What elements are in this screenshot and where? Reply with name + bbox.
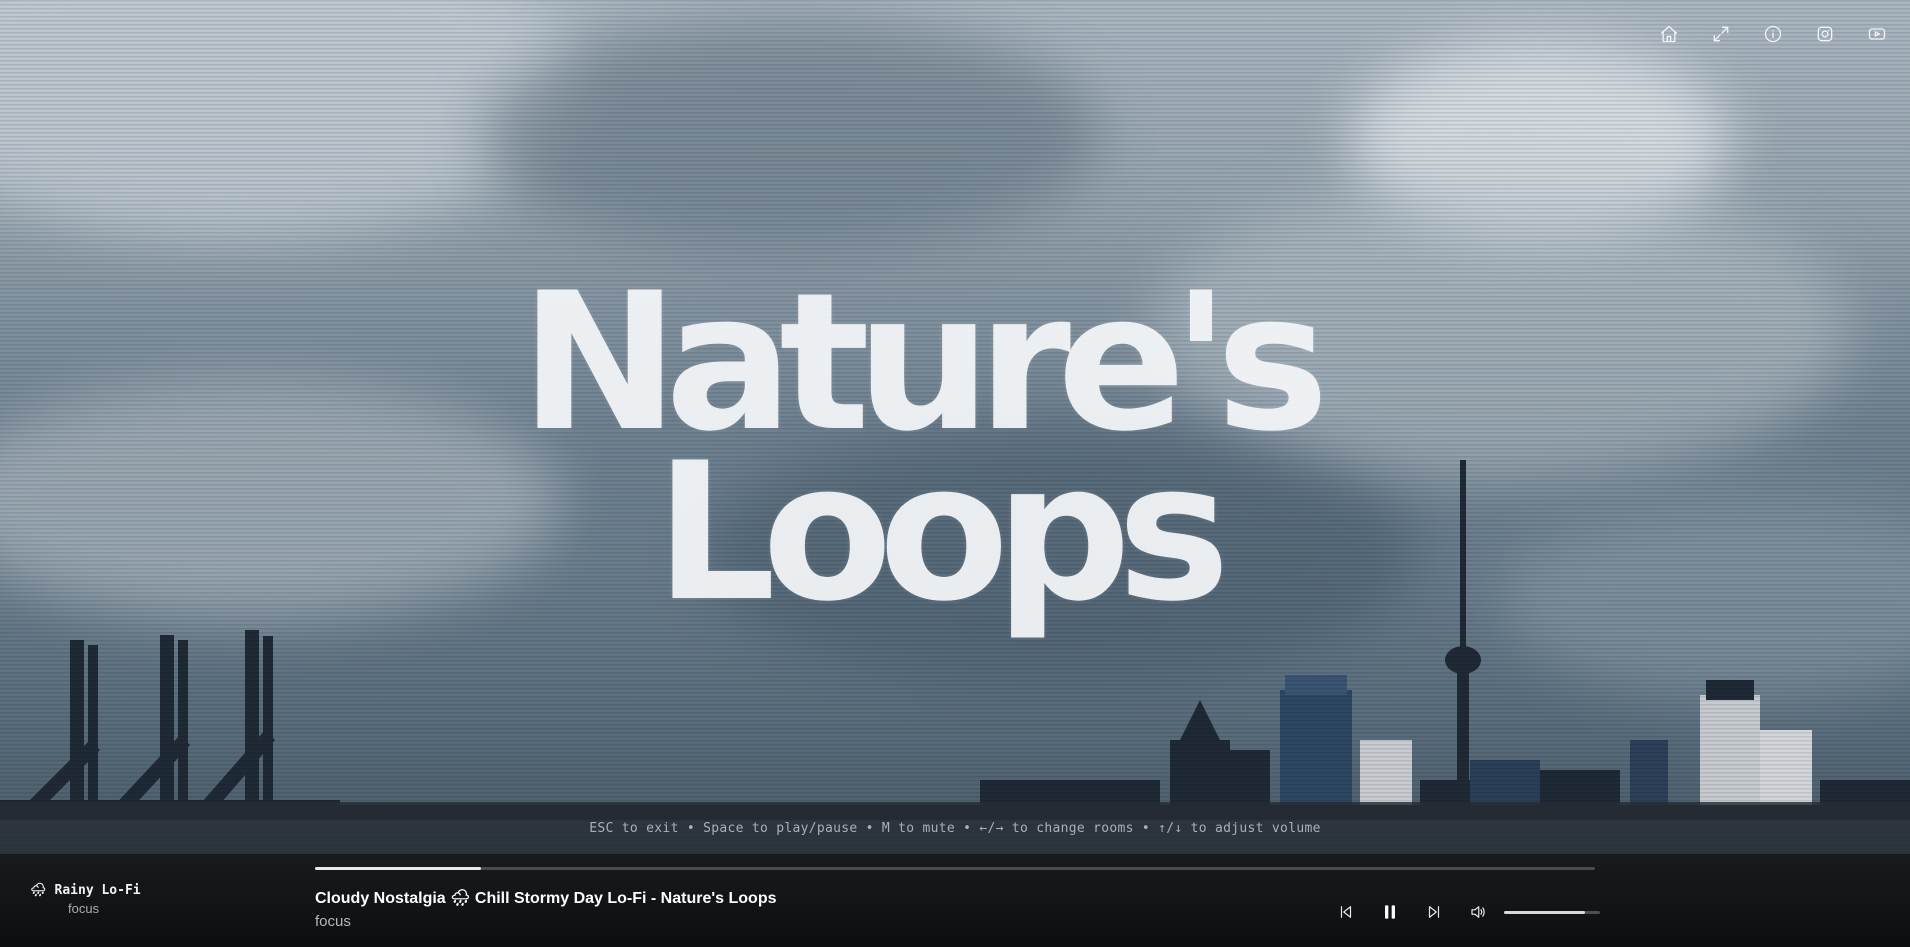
volume-fill — [1504, 910, 1585, 914]
track-title: Cloudy Nostalgia 🌧 Chill Stormy Day Lo-F… — [315, 890, 777, 907]
previous-button[interactable] — [1332, 898, 1360, 926]
volume-slider[interactable] — [1504, 910, 1600, 914]
info-icon — [1764, 25, 1782, 43]
player-bar: 🌧 Rainy Lo-Fi focus Cloudy Nostalgia 🌧 C… — [0, 854, 1910, 947]
pause-button[interactable] — [1376, 898, 1404, 926]
mute-button[interactable] — [1464, 898, 1492, 926]
next-button[interactable] — [1420, 898, 1448, 926]
home-button[interactable] — [1652, 20, 1686, 48]
expand-icon — [1713, 26, 1729, 42]
now-playing: Cloudy Nostalgia 🌧 Chill Stormy Day Lo-F… — [315, 888, 777, 930]
fullscreen-button[interactable] — [1704, 20, 1738, 48]
keyboard-shortcuts-hint: ESC to exit • Space to play/pause • M to… — [0, 802, 1910, 854]
info-button[interactable] — [1756, 20, 1790, 48]
skip-forward-icon — [1428, 906, 1440, 918]
home-icon — [1660, 25, 1678, 43]
volume-icon — [1471, 906, 1485, 918]
youtube-icon — [1868, 28, 1886, 40]
playback-controls — [1332, 898, 1600, 926]
youtube-button[interactable] — [1860, 20, 1894, 48]
rain-cloud-icon: 🌧 — [30, 883, 47, 898]
shortcuts-text: ESC to exit • Space to play/pause • M to… — [589, 820, 1321, 836]
top-toolbar — [1652, 20, 1894, 48]
instagram-icon — [1817, 26, 1833, 42]
room-title: 🌧 Rainy Lo-Fi — [30, 883, 141, 898]
room-subtitle: focus — [68, 901, 100, 916]
skip-back-icon — [1340, 906, 1352, 918]
instagram-button[interactable] — [1808, 20, 1842, 48]
progress-bar[interactable] — [315, 867, 1595, 870]
progress-fill — [315, 867, 482, 870]
room-name: Rainy Lo-Fi — [54, 883, 141, 898]
current-room[interactable]: 🌧 Rainy Lo-Fi focus — [30, 883, 141, 916]
pause-icon — [1385, 905, 1395, 919]
track-subtitle: focus — [315, 913, 351, 930]
brand-logo: Nature's Loops — [520, 268, 1400, 628]
